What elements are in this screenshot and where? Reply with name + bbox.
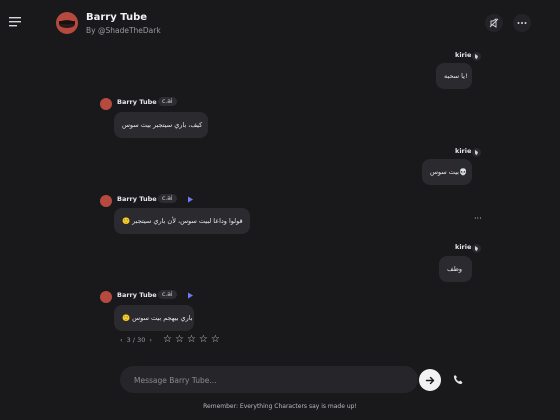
send-button[interactable] xyxy=(419,369,441,391)
message-options-icon[interactable]: ··· xyxy=(474,214,482,223)
message-bubble: وطف xyxy=(439,256,472,282)
star-icon[interactable]: ☆ xyxy=(175,335,184,345)
star-icon[interactable]: ☆ xyxy=(187,335,196,345)
user-name: kirie xyxy=(455,243,472,251)
character-name: Barry Tube xyxy=(117,195,157,203)
star-icon[interactable]: ☆ xyxy=(211,335,220,345)
prev-response-button[interactable]: ‹ xyxy=(120,336,123,344)
send-arrow-icon xyxy=(425,376,434,384)
cai-badge: c.ai xyxy=(158,97,177,106)
more-options-button[interactable] xyxy=(513,14,531,32)
rating-stars: ☆ ☆ ☆ ☆ ☆ xyxy=(163,335,220,345)
user-avatar xyxy=(472,52,481,61)
phone-icon xyxy=(453,375,463,385)
next-response-button[interactable]: › xyxy=(149,336,152,344)
message-bubble: بيت سوس💀 xyxy=(422,159,472,185)
user-name: kirie xyxy=(455,147,472,155)
mute-icon xyxy=(489,18,499,28)
disclaimer-text: Remember: Everything Characters say is m… xyxy=(203,403,357,410)
character-avatar-small xyxy=(100,195,112,207)
response-counter: 3 / 30 xyxy=(126,336,146,344)
message-input[interactable] xyxy=(132,366,406,395)
play-audio-icon[interactable] xyxy=(187,292,194,299)
message-bubble: 🙂 باري بيهجم بيت سوس xyxy=(114,305,194,331)
message-bubble: يا سحبه! xyxy=(436,63,472,89)
message-bubble: كيف، باري سيتجبر بيت سوس xyxy=(114,112,208,138)
character-name: Barry Tube xyxy=(86,12,148,23)
menu-icon[interactable] xyxy=(9,16,23,28)
play-audio-icon[interactable] xyxy=(187,196,194,203)
character-name: Barry Tube xyxy=(117,98,157,106)
message-composer xyxy=(120,366,418,395)
call-button[interactable] xyxy=(451,373,465,387)
star-icon[interactable]: ☆ xyxy=(163,335,172,345)
message-bubble: 🙂 قولوا وداعا لبيت سوس، لأن باري سيتجبر xyxy=(114,208,250,234)
character-avatar[interactable] xyxy=(56,12,78,34)
cai-badge: c.ai xyxy=(158,290,177,299)
star-icon[interactable]: ☆ xyxy=(199,335,208,345)
character-avatar-small xyxy=(100,98,112,110)
user-avatar xyxy=(472,148,481,157)
ellipsis-icon xyxy=(517,22,527,24)
character-avatar-small xyxy=(100,291,112,303)
user-name: kirie xyxy=(455,51,472,59)
character-name: Barry Tube xyxy=(117,291,157,299)
user-avatar xyxy=(472,244,481,253)
cai-badge: c.ai xyxy=(158,194,177,203)
character-author[interactable]: By @ShadeTheDark xyxy=(86,26,161,35)
voice-off-button[interactable] xyxy=(485,14,503,32)
response-pager: ‹ 3 / 30 › xyxy=(120,336,152,344)
